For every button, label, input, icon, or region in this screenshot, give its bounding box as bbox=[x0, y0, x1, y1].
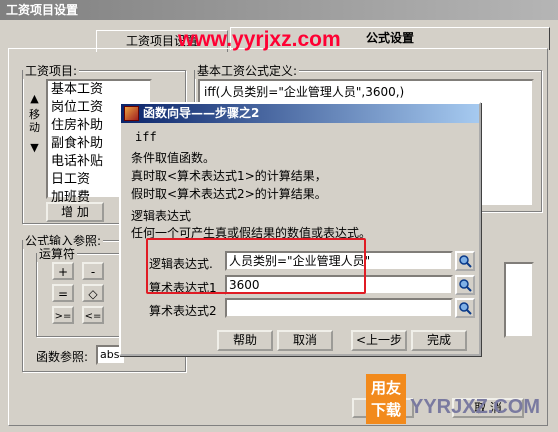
prev-step-button[interactable]: <上一步 bbox=[351, 330, 407, 351]
app-icon bbox=[124, 106, 139, 121]
search-icon bbox=[459, 302, 472, 315]
operator-lte-button[interactable]: <= bbox=[82, 306, 104, 324]
func-desc: 条件取值函数。 真时取<算术表达式1>的计算结果， 假时取<算术表达式2>的计算… bbox=[131, 149, 327, 203]
search-icon bbox=[459, 279, 472, 292]
operator-notequal-button[interactable]: ◇ bbox=[82, 284, 104, 302]
operator-minus-button[interactable]: - bbox=[82, 262, 104, 280]
operator-equals-button[interactable]: = bbox=[52, 284, 74, 302]
search-icon bbox=[459, 255, 472, 268]
arith1-ref-button[interactable] bbox=[455, 275, 475, 295]
logic-ref-button[interactable] bbox=[455, 251, 475, 271]
highlight-annotation-box bbox=[146, 238, 366, 294]
operators-label: 运算符 bbox=[37, 245, 78, 262]
add-button[interactable]: 增 加 bbox=[46, 202, 104, 222]
project-list-label: 工资项目: bbox=[23, 62, 80, 79]
operator-plus-button[interactable]: + bbox=[52, 262, 74, 280]
window-title: 工资项目设置 bbox=[0, 0, 558, 20]
arith2-ref-button[interactable] bbox=[455, 298, 475, 318]
right-list-box[interactable] bbox=[504, 262, 534, 338]
move-up-icon[interactable]: ▲ bbox=[28, 92, 41, 105]
desc-line: 条件取值函数。 bbox=[131, 151, 216, 165]
help-button[interactable]: 帮助 bbox=[217, 330, 273, 351]
move-down-icon[interactable]: ▼ bbox=[28, 141, 41, 154]
logo-text: YYRJXZ.COM bbox=[410, 396, 541, 418]
dialog-title-bar: 函数向导——步骤之2 bbox=[121, 104, 479, 123]
dialog-title: 函数向导——步骤之2 bbox=[143, 106, 260, 120]
section-title: 逻辑表达式 bbox=[131, 209, 192, 223]
func-ref-label: 函数参照: bbox=[36, 350, 89, 364]
dialog-cancel-button[interactable]: 取消 bbox=[277, 330, 333, 351]
finish-button[interactable]: 完成 bbox=[411, 330, 467, 351]
operators-group: 运算符 bbox=[36, 245, 126, 337]
arith2-input[interactable] bbox=[225, 298, 453, 318]
formula-def-label: 基本工资公式定义: bbox=[195, 62, 300, 79]
watermark-text: www.yyrjxz.com bbox=[178, 28, 341, 51]
desc-line: 真时取<算术表达式1>的计算结果， bbox=[131, 169, 327, 183]
operator-gte-button[interactable]: >= bbox=[52, 306, 74, 324]
func-name: iff bbox=[135, 130, 157, 144]
move-label: 移动 bbox=[29, 108, 40, 134]
formula-text: iff(人员类别="企业管理人员",3600,) bbox=[204, 85, 405, 99]
desc-line: 假时取<算术表达式2>的计算结果。 bbox=[131, 187, 327, 201]
field-label-arith2: 算术表达式2 bbox=[149, 304, 217, 318]
list-item[interactable]: 基本工资 bbox=[48, 81, 150, 99]
function-wizard-dialog: 函数向导——步骤之2 iff 条件取值函数。 真时取<算术表达式1>的计算结果，… bbox=[119, 102, 481, 356]
logo-badge: 用友 下载 bbox=[366, 374, 406, 424]
